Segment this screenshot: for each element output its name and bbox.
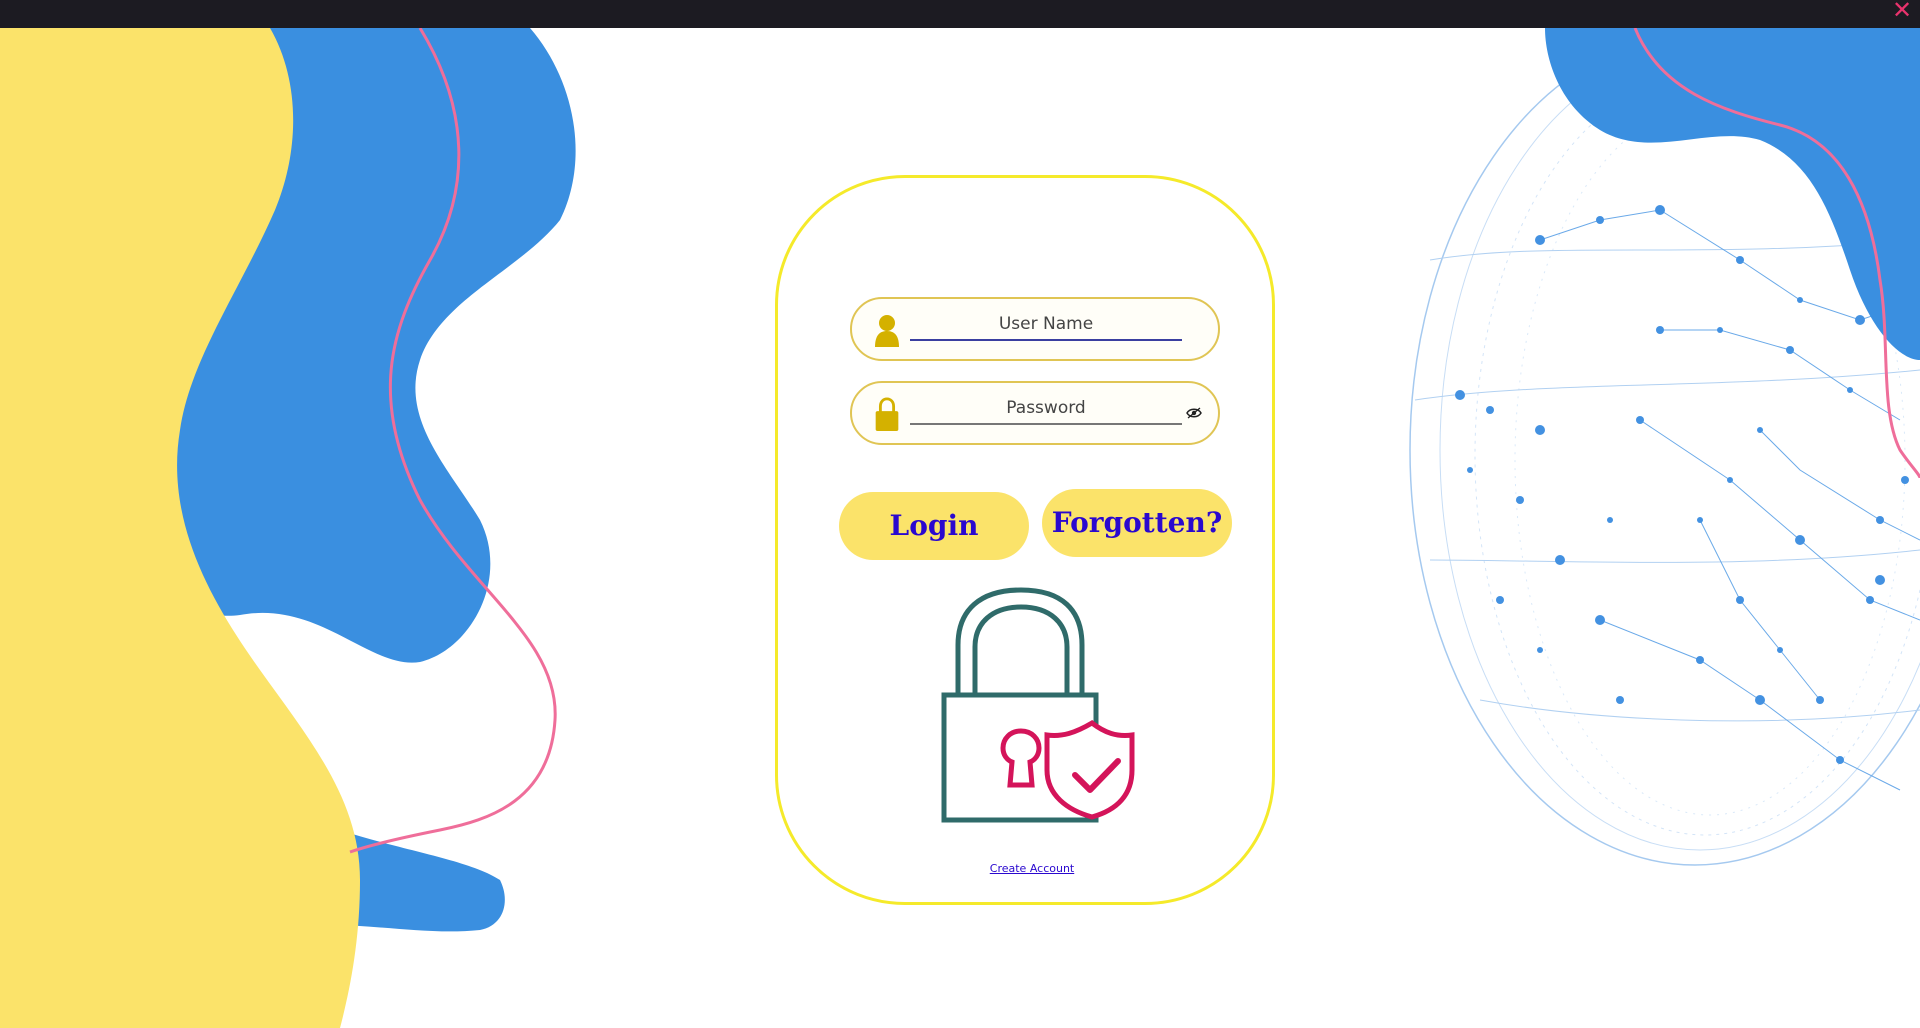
create-account-link[interactable]: Create Account bbox=[932, 862, 1132, 875]
lock-icon bbox=[875, 397, 899, 431]
password-field bbox=[850, 381, 1220, 445]
close-button[interactable]: ✕ bbox=[1884, 0, 1920, 22]
username-field bbox=[850, 297, 1220, 361]
right-blue-blob bbox=[1545, 28, 1920, 360]
username-input[interactable] bbox=[910, 309, 1182, 341]
login-button[interactable]: Login bbox=[839, 492, 1029, 560]
password-input[interactable] bbox=[910, 393, 1182, 425]
eye-icon[interactable] bbox=[1186, 407, 1202, 419]
user-icon bbox=[875, 315, 899, 347]
forgotten-button[interactable]: Forgotten? bbox=[1042, 489, 1232, 557]
title-bar: ✕ bbox=[0, 0, 1920, 28]
padlock-shield-illustration bbox=[941, 587, 1135, 823]
